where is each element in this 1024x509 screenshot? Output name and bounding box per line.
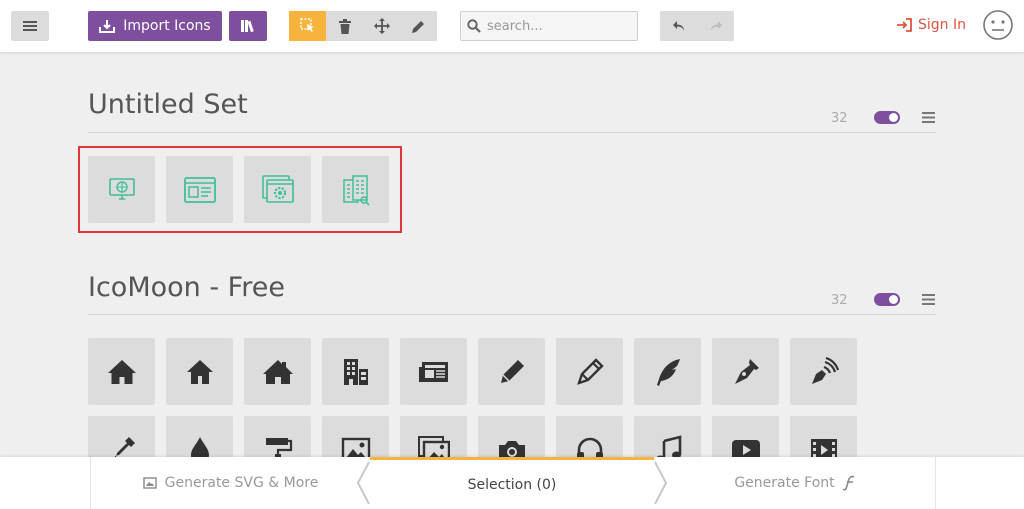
icon-tile[interactable] xyxy=(634,338,701,405)
icon-tile[interactable] xyxy=(478,338,545,405)
pencil2-icon xyxy=(576,357,604,385)
undo-icon xyxy=(672,21,684,31)
set-icon-count: 32 xyxy=(831,111,848,126)
pencil-icon xyxy=(500,359,524,383)
hamburger-icon xyxy=(23,21,37,31)
newspaper-icon xyxy=(418,361,448,382)
bottom-action-bar: Generate SVG & More Selection (0) Genera… xyxy=(0,457,1024,509)
blog-icon xyxy=(811,356,839,384)
select-cursor-icon xyxy=(299,18,314,32)
icon-tile[interactable] xyxy=(400,338,467,405)
pencil-edit-icon xyxy=(412,20,424,33)
pen-icon xyxy=(734,358,759,384)
icon-tile[interactable] xyxy=(166,338,233,405)
image-small-icon xyxy=(142,477,157,489)
selection-count-label: Selection (0) xyxy=(467,476,557,493)
selection-tab[interactable]: Selection (0) xyxy=(370,457,654,509)
chevron-left-icon xyxy=(356,461,370,505)
sign-in-icon xyxy=(897,18,912,32)
import-icons-label: Import Icons xyxy=(123,18,211,34)
set-icon-count: 32 xyxy=(831,293,848,308)
selected-icons-highlight xyxy=(78,146,402,233)
delete-tool-button[interactable] xyxy=(326,11,363,41)
generate-svg-label: Generate SVG & More xyxy=(164,475,319,491)
icon-tile[interactable] xyxy=(244,338,311,405)
set-divider xyxy=(88,314,936,315)
set-title-untitled[interactable]: Untitled Set xyxy=(88,89,248,120)
move-arrows-icon xyxy=(373,18,390,34)
sign-in-label: Sign In xyxy=(918,17,966,33)
font-f-icon xyxy=(842,475,855,491)
generate-font-tab[interactable]: Generate Font xyxy=(654,457,936,509)
sign-in-link[interactable]: Sign In xyxy=(896,17,966,33)
generate-font-label: Generate Font xyxy=(734,475,835,491)
set-menu-icon[interactable] xyxy=(922,112,935,123)
search-icon xyxy=(467,19,481,33)
set-divider xyxy=(88,132,936,133)
icon-tile[interactable] xyxy=(556,338,623,405)
home-icon xyxy=(107,359,136,384)
redo-button[interactable] xyxy=(697,11,734,41)
edit-tools-group xyxy=(289,11,437,41)
home2-icon xyxy=(186,359,213,384)
set-visibility-toggle[interactable] xyxy=(874,293,900,306)
search-input[interactable] xyxy=(487,18,627,34)
search-box[interactable] xyxy=(460,11,638,41)
main-menu-button[interactable] xyxy=(11,11,49,41)
trash-icon xyxy=(338,18,351,34)
icon-tile[interactable] xyxy=(790,338,857,405)
avatar-face-icon[interactable] xyxy=(982,9,1014,41)
library-icon xyxy=(241,20,254,33)
set-title-icomoon-free[interactable]: IcoMoon - Free xyxy=(88,272,285,303)
icon-tile[interactable] xyxy=(322,338,389,405)
history-group xyxy=(660,11,734,41)
move-tool-button[interactable] xyxy=(363,11,400,41)
top-toolbar: Import Icons Sign In xyxy=(0,0,1024,52)
select-tool-button[interactable] xyxy=(289,11,326,41)
home3-icon xyxy=(262,359,293,384)
redo-icon xyxy=(710,21,722,31)
set-menu-icon[interactable] xyxy=(922,294,935,305)
undo-button[interactable] xyxy=(660,11,697,41)
office-icon xyxy=(343,358,368,385)
set-visibility-toggle[interactable] xyxy=(874,111,900,124)
icon-tile[interactable] xyxy=(712,338,779,405)
edit-tool-button[interactable] xyxy=(400,11,437,41)
icon-library-button[interactable] xyxy=(229,11,267,41)
quill-icon xyxy=(656,358,680,386)
generate-svg-tab[interactable]: Generate SVG & More xyxy=(90,457,370,509)
import-icons-button[interactable]: Import Icons xyxy=(88,11,222,41)
import-icon xyxy=(99,20,116,33)
icon-tile[interactable] xyxy=(88,338,155,405)
